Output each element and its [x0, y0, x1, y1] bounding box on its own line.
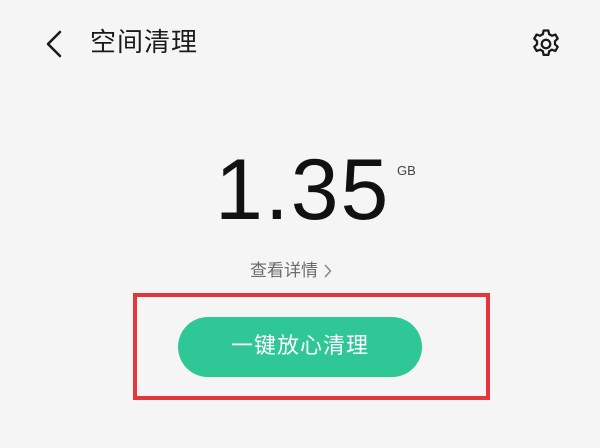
view-details-label: 查看详情 [250, 261, 318, 281]
storage-unit: GB [397, 163, 416, 178]
gear-icon [533, 29, 559, 57]
chevron-left-icon [46, 30, 62, 58]
chevron-right-icon [324, 264, 332, 278]
view-details-link[interactable]: 查看详情 [250, 259, 332, 283]
space-cleanup-screen: 空间清理 1.35 GB 查看详情 一键放心清理 [0, 0, 600, 448]
settings-button[interactable] [527, 25, 565, 63]
storage-amount: 1.35 [215, 142, 391, 238]
page-title: 空间清理 [90, 28, 199, 58]
one-click-clean-button[interactable]: 一键放心清理 [178, 317, 422, 377]
back-button[interactable] [36, 26, 72, 62]
one-click-clean-label: 一键放心清理 [230, 334, 369, 359]
